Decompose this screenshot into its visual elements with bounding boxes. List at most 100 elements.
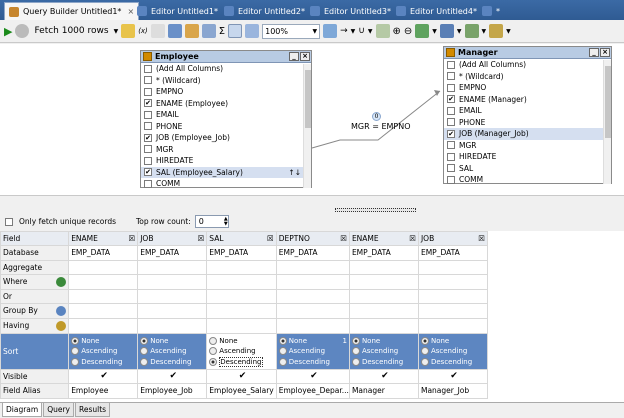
employee-column-row[interactable]: ✔ SAL (Employee_Salary) ↑↓ (141, 166, 304, 178)
minimize-icon[interactable]: _ (289, 52, 299, 61)
database-cell[interactable]: EMP_DATA (417, 245, 489, 261)
top-row-count-input[interactable]: 0 ▲ ▼ (194, 215, 229, 228)
radio-button[interactable] (209, 336, 218, 345)
diagram-canvas[interactable]: 0 MGR = EMPNO Employee _ × (Add All Colum… (0, 44, 624, 196)
manager-column-row[interactable]: (Add All Columns) (444, 59, 604, 71)
criteria-cell[interactable] (275, 259, 350, 276)
manager-column-row[interactable]: EMPNO (444, 82, 604, 94)
options-icon[interactable] (464, 23, 479, 39)
help-icon[interactable] (489, 23, 504, 39)
dropdown-icon[interactable]: ▼ (432, 23, 437, 39)
tab-6[interactable]: * (478, 2, 504, 20)
employee-table-box[interactable]: Employee _ × (Add All Columns) * (Wildcard… (140, 50, 312, 188)
visible-checkbox[interactable]: ✔ (137, 368, 208, 385)
criteria-cell[interactable] (417, 288, 489, 305)
criteria-cell[interactable] (68, 303, 139, 319)
radio-button[interactable] (209, 357, 218, 366)
manager-column-row[interactable]: SAL (444, 163, 604, 175)
column-checkbox[interactable] (447, 83, 455, 92)
radio-button[interactable] (71, 336, 80, 345)
column-checkbox[interactable]: ✔ (144, 99, 152, 108)
radio-button[interactable] (420, 357, 429, 366)
manager-column-row[interactable]: COMM (444, 174, 604, 186)
dropdown-icon[interactable]: ▼ (368, 23, 373, 39)
database-cell[interactable]: EMP_DATA (206, 245, 277, 261)
sort-option-none[interactable]: None (209, 335, 275, 346)
field-cell[interactable]: SAL ☒ (206, 231, 277, 246)
database-cell[interactable]: EMP_DATA (348, 245, 419, 261)
criteria-cell[interactable] (417, 303, 489, 319)
sort-option-ascending[interactable]: Ascending (71, 346, 137, 357)
manager-table-box[interactable]: Manager _ × (Add All Columns) * (Wildcard)… (443, 46, 612, 184)
employee-scrollbar[interactable] (303, 64, 311, 188)
splitter-grip[interactable] (335, 208, 416, 212)
fetch-rows-button[interactable]: Fetch 1000 rows (32, 23, 110, 39)
column-checkbox[interactable] (144, 145, 152, 154)
criteria-cell[interactable] (417, 274, 489, 290)
criteria-cell[interactable] (68, 274, 139, 290)
criteria-cell[interactable] (417, 259, 489, 276)
dropdown-icon[interactable]: ▼ (482, 23, 487, 39)
radio-button[interactable] (351, 347, 360, 356)
column-checkbox[interactable] (447, 106, 455, 115)
column-checkbox[interactable] (144, 122, 152, 131)
dropdown-icon[interactable]: ▼ (457, 23, 462, 39)
field-cell[interactable]: JOB ☒ (417, 231, 489, 246)
criteria-cell[interactable] (206, 259, 277, 276)
manager-column-row[interactable]: EMAIL (444, 105, 604, 117)
column-checkbox[interactable] (447, 164, 455, 173)
field-alias-cell[interactable]: Employee_Depar... (275, 383, 350, 399)
query-grid[interactable]: Field ENAME ☒ JOB ☒ SAL ☒ DEPTNO ☒ ENAME ☒ JOB ☒ Data… (0, 231, 624, 402)
splitter[interactable] (0, 197, 624, 213)
sort-option-descending[interactable]: Descending (420, 356, 487, 367)
radio-button[interactable] (420, 336, 429, 345)
builder-icon[interactable] (56, 320, 67, 331)
criteria-cell[interactable] (206, 317, 277, 334)
sort-option-none[interactable]: None 1 (278, 335, 349, 346)
visible-checkbox[interactable]: ✔ (206, 368, 277, 385)
close-icon[interactable]: × (600, 48, 610, 57)
radio-button[interactable] (140, 347, 149, 356)
employee-column-row[interactable]: EMPNO (141, 86, 304, 98)
sort-option-none[interactable]: None (351, 335, 418, 346)
employee-column-row[interactable]: ✔ ENAME (Employee) (141, 98, 304, 110)
criteria-cell[interactable] (206, 288, 277, 305)
manager-column-row[interactable]: * (Wildcard) (444, 71, 604, 83)
database-cell[interactable]: EMP_DATA (68, 245, 139, 261)
remove-column-icon[interactable]: ☒ (267, 234, 274, 243)
column-checkbox[interactable] (144, 87, 152, 96)
column-checkbox[interactable] (447, 60, 455, 69)
criteria-cell[interactable] (348, 274, 419, 290)
column-checkbox[interactable] (144, 76, 152, 85)
sort-cell[interactable]: None Ascending Descending (68, 332, 139, 370)
radio-button[interactable] (351, 336, 360, 345)
tab-1[interactable]: Query Builder Untitled1* × (4, 2, 140, 20)
zoom-in-icon[interactable]: ⊕ (393, 23, 401, 39)
grid-icon[interactable] (184, 23, 199, 39)
tab-5[interactable]: Editor Untitled4* (392, 2, 481, 20)
sort-option-none[interactable]: None (71, 335, 137, 346)
sort-cell[interactable]: None 1 Ascending Descending (275, 332, 350, 370)
radio-button[interactable] (71, 357, 80, 366)
sort-option-descending[interactable]: Descending (278, 356, 349, 367)
criteria-cell[interactable] (137, 274, 208, 290)
sum-icon[interactable]: Σ (219, 23, 225, 39)
bottom-tab-query[interactable]: Query (43, 403, 74, 417)
sort-option-none[interactable]: None (420, 335, 487, 346)
sort-option-descending[interactable]: Descending (71, 356, 137, 367)
filter-icon[interactable] (245, 23, 260, 39)
criteria-cell[interactable] (206, 274, 277, 290)
field-alias-cell[interactable]: Manager (348, 383, 419, 399)
column-checkbox[interactable] (144, 156, 152, 165)
visible-checkbox[interactable]: ✔ (348, 368, 419, 385)
manager-table-header[interactable]: Manager _ × (444, 47, 611, 59)
columns-icon[interactable] (228, 23, 243, 39)
field-alias-cell[interactable]: Employee (68, 383, 139, 399)
join-condition-label[interactable]: MGR = EMPNO (351, 122, 411, 131)
field-cell[interactable]: ENAME ☒ (68, 231, 139, 246)
criteria-cell[interactable] (348, 288, 419, 305)
column-checkbox[interactable] (144, 179, 152, 188)
radio-button[interactable] (209, 347, 218, 356)
dropdown-icon[interactable]: ▼ (506, 23, 511, 39)
sort-option-ascending[interactable]: Ascending (351, 346, 418, 357)
